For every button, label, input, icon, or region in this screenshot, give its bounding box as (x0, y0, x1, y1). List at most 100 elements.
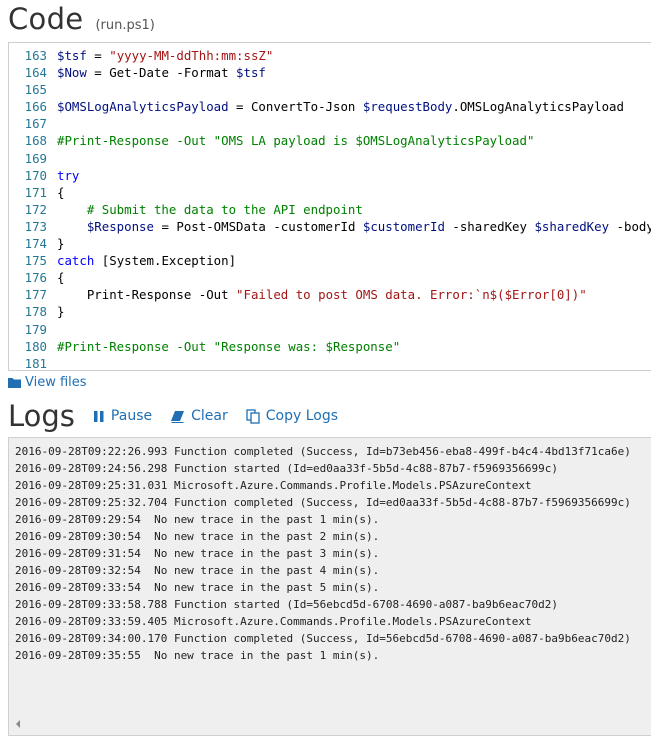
code-line: 171 { (9, 184, 651, 201)
log-line: 2016-09-28T09:24:56.298 Function started… (15, 462, 559, 475)
code-token: = (86, 48, 110, 63)
code-line: 178} (9, 303, 651, 320)
code-token: $Response (86, 218, 154, 234)
log-line: 2016-09-28T09:34:00.170 Function complet… (15, 632, 631, 645)
code-token: } (57, 236, 65, 252)
code-section-title: Code (8, 2, 84, 36)
line-number: 178 (24, 304, 47, 320)
code-line: 168 #Print-Response -Out "OMS LA payload … (9, 132, 651, 149)
copy-icon (246, 408, 260, 424)
line-number: 172 (24, 201, 47, 217)
code-line: 177 Print-Response -Out "Failed to post … (9, 286, 651, 303)
code-token: Print-Response -Out (57, 287, 237, 303)
code-line: 180 #Print-Response -Out "Response was: $… (9, 338, 651, 355)
code-line: 172 # Submit the data to the API endpoin… (9, 201, 651, 218)
code-token: $tsf (57, 48, 87, 63)
log-lines: 2016-09-28T09:22:26.993 Function complet… (15, 443, 631, 664)
line-number: 173 (24, 218, 47, 234)
log-line: 2016-09-28T09:25:32.704 Function complet… (15, 496, 631, 509)
code-token: "Failed to post OMS data. Error:`n$($Err… (236, 287, 587, 303)
pause-button[interactable]: Pause (93, 408, 152, 424)
code-line: 175 catch [System.Exception] (9, 252, 651, 269)
code-token: { (57, 184, 65, 200)
line-number: 168 (24, 133, 47, 149)
clear-button[interactable]: Clear (170, 408, 228, 424)
log-line: 2016-09-28T09:31:54 No new trace in the … (15, 547, 380, 560)
line-number: 165 (24, 82, 47, 98)
code-token: [System.Exception] (94, 253, 237, 269)
code-token: -body (616, 218, 651, 234)
line-number: 175 (24, 253, 47, 269)
log-line: 2016-09-28T09:33:59.405 Microsoft.Azure.… (15, 615, 532, 628)
code-token: = Post-OMSData -customerId (153, 218, 363, 234)
log-line: 2016-09-28T09:30:54 No new trace in the … (15, 530, 380, 543)
scroll-left-icon[interactable] (14, 719, 22, 729)
code-token: = ConvertTo-Json (228, 99, 363, 115)
code-line: 169 (9, 150, 651, 167)
log-line: 2016-09-28T09:22:26.993 Function complet… (15, 445, 631, 458)
code-token: #Print-Response -Out "Response was: $Res… (57, 338, 401, 354)
code-token: try (57, 167, 80, 183)
code-token: $sharedKey (534, 218, 610, 234)
code-token: $OMSLogAnalyticsPayload (57, 99, 229, 115)
log-line: 2016-09-28T09:33:58.788 Function started… (15, 598, 559, 611)
line-number: 164 (24, 65, 47, 81)
line-number: 167 (24, 116, 47, 132)
code-token: # Submit the data to the API endpoint (57, 201, 363, 217)
code-header: Code (run.ps1) (8, 2, 155, 42)
log-line: 2016-09-28T09:25:31.031 Microsoft.Azure.… (15, 479, 532, 492)
logs-header: Logs Pause Clear Copy Logs (8, 398, 356, 434)
line-number: 169 (24, 150, 47, 166)
line-number: 177 (24, 287, 47, 303)
clear-label: Clear (191, 408, 228, 424)
code-lines: 163 $tsf = "yyyy-MM-ddThh:mm:ssZ" 164 $Now … (9, 47, 651, 371)
eraser-icon (171, 410, 185, 423)
code-file-name: (run.ps1) (95, 18, 155, 33)
line-number: 181 (24, 355, 47, 371)
log-line: 2016-09-28T09:32:54 No new trace in the … (15, 564, 380, 577)
code-line: 179 (9, 321, 651, 338)
pause-icon (93, 410, 104, 422)
code-line: 163 $tsf = "yyyy-MM-ddThh:mm:ssZ" (9, 47, 651, 64)
code-line: 167 (9, 115, 651, 132)
line-number: 166 (24, 99, 47, 115)
line-number: 176 (24, 270, 47, 286)
copy-logs-button[interactable]: Copy Logs (246, 408, 338, 424)
code-line: 164 $Now = Get-Date -Format $tsf (9, 64, 651, 81)
line-number: 174 (24, 236, 47, 252)
code-token: .OMSLogAnalyticsPayload (452, 99, 624, 115)
line-number: 170 (24, 167, 47, 183)
view-files-link[interactable]: View files (8, 374, 87, 390)
code-token: catch (57, 253, 95, 269)
line-number: 163 (24, 48, 47, 63)
code-token: $requestBody (362, 99, 453, 115)
code-token: = Get-Date -Format (86, 65, 237, 81)
code-token: $Now (57, 65, 87, 81)
folder-icon (8, 377, 21, 388)
code-token: #Print-Response -Out "OMS LA payload is … (57, 133, 535, 149)
pause-label: Pause (110, 408, 153, 424)
code-line: 166 $OMSLogAnalyticsPayload = ConvertTo-J… (9, 98, 651, 115)
code-line: 173 $Response = Post-OMSData -customerId… (9, 218, 651, 235)
log-line: 2016-09-28T09:35:55 No new trace in the … (15, 649, 380, 662)
code-line: 170 try (9, 167, 651, 184)
code-editor[interactable]: 163 $tsf = "yyyy-MM-ddThh:mm:ssZ" 164 $Now … (8, 42, 651, 371)
view-files-label: View files (25, 374, 87, 390)
line-number: 180 (24, 338, 47, 354)
code-token: { (57, 270, 65, 286)
code-line: 181 (9, 355, 651, 371)
logs-section-title: Logs (8, 399, 75, 433)
code-line: 176 { (9, 269, 651, 286)
code-token: $tsf (236, 65, 266, 81)
line-number: 179 (24, 321, 47, 337)
code-line: 174} (9, 235, 651, 252)
code-token: $customerId (362, 218, 445, 234)
code-token: -sharedKey (444, 218, 535, 234)
code-token: "yyyy-MM-ddThh:mm:ssZ" (109, 48, 274, 63)
copy-logs-label: Copy Logs (265, 408, 338, 424)
line-number: 171 (24, 184, 47, 200)
log-line: 2016-09-28T09:29:54 No new trace in the … (15, 513, 380, 526)
log-output-panel[interactable]: 2016-09-28T09:22:26.993 Function complet… (8, 437, 651, 736)
code-line: 165 (9, 81, 651, 98)
